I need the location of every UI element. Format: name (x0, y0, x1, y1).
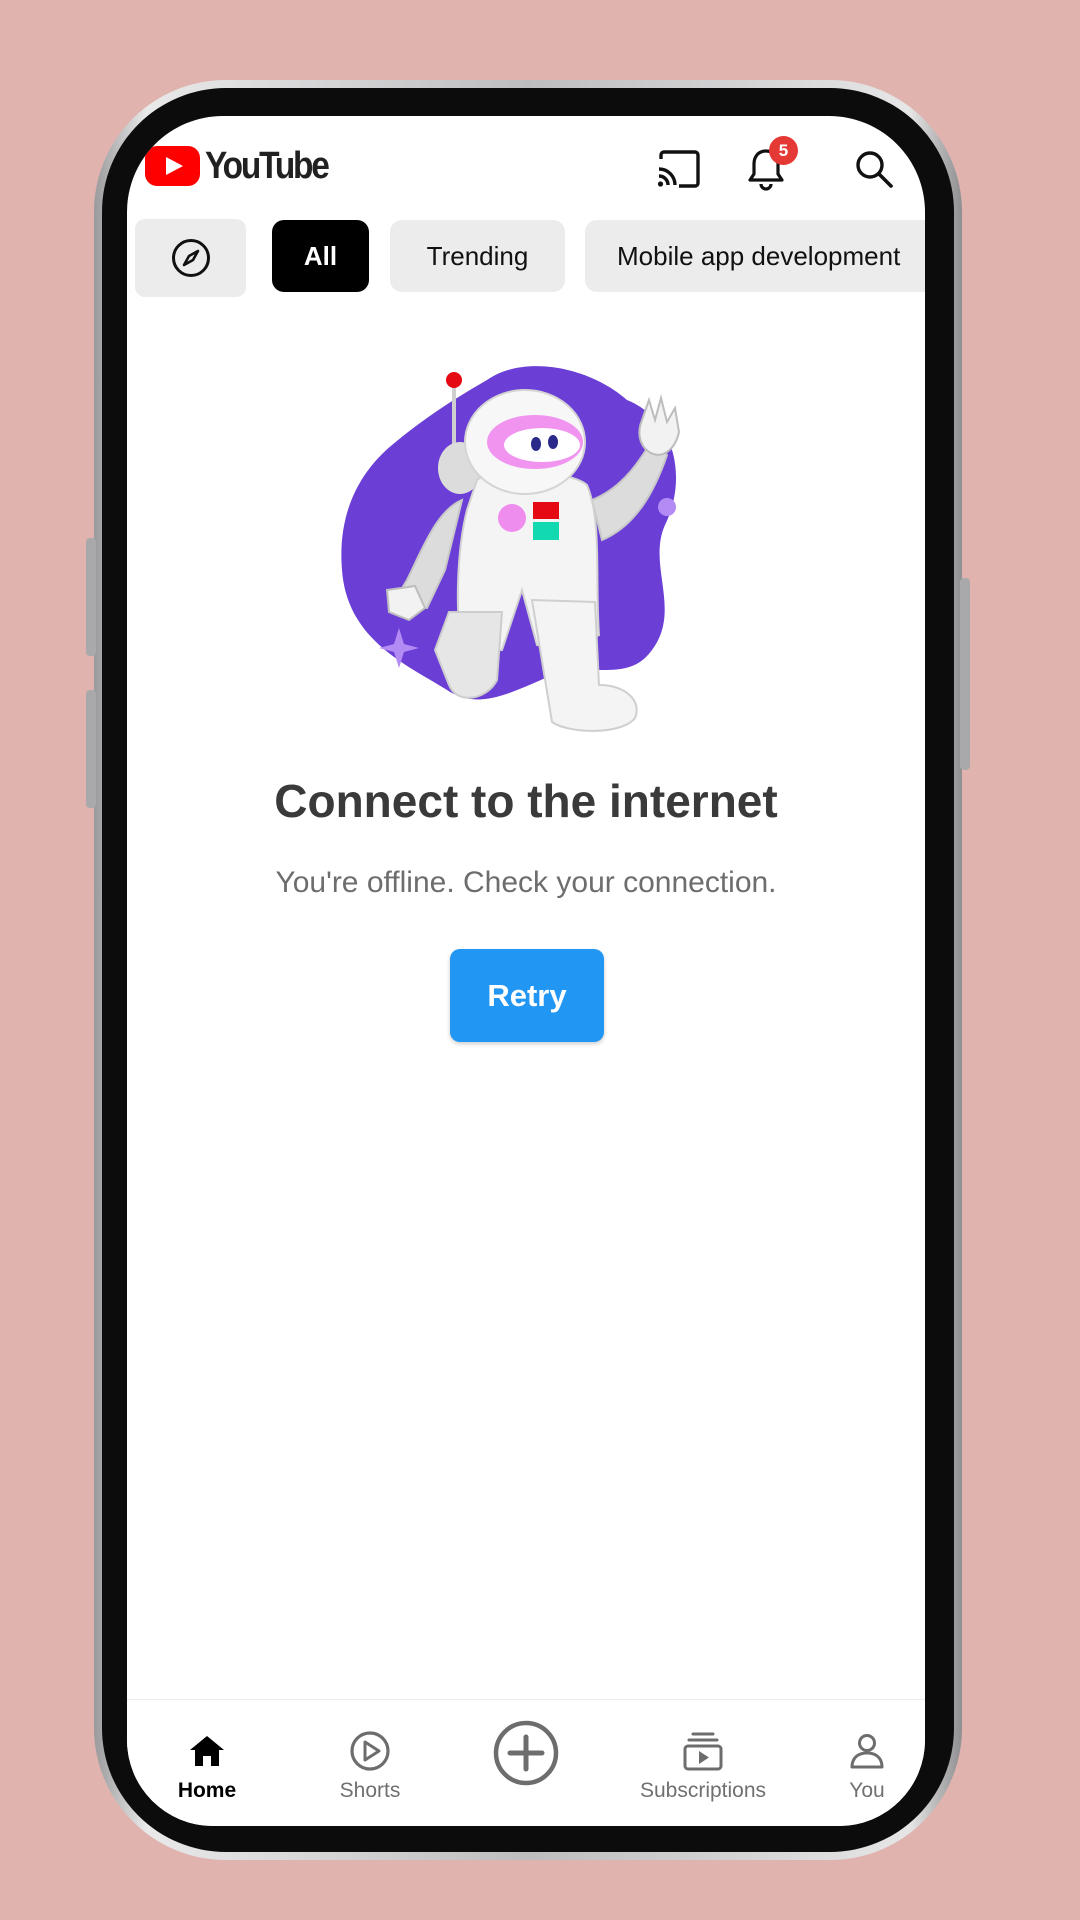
notification-count-badge: 5 (769, 136, 798, 165)
search-button[interactable] (847, 142, 901, 196)
retry-button[interactable]: Retry (450, 949, 604, 1042)
phone-side-button-volume-down (86, 690, 96, 808)
search-icon (856, 151, 893, 188)
compass-icon (171, 239, 210, 277)
profile-icon (850, 1734, 884, 1769)
bottom-navigation-bar: Home Shorts Subscriptions You (127, 1699, 925, 1826)
offline-title: Connect to the internet (274, 775, 778, 827)
nav-item-you[interactable]: You (827, 1700, 907, 1826)
youtube-logo[interactable]: YouTube (145, 144, 344, 188)
category-chips-bar: All Trending Mobile app development (135, 219, 925, 298)
phone-side-button-power (960, 578, 970, 770)
cast-button[interactable] (651, 142, 705, 196)
nav-item-shorts[interactable]: Shorts (320, 1700, 420, 1826)
chip-mobile-app-development-label: Mobile app development (617, 240, 901, 271)
app-screen: YouTube 5 All Trending Mobile app develo… (127, 116, 925, 1826)
explore-chip[interactable] (135, 219, 246, 297)
shorts-play-icon (350, 1731, 390, 1771)
phone-side-button-volume-up (86, 538, 96, 656)
nav-item-home[interactable]: Home (157, 1700, 257, 1826)
nav-item-subscriptions[interactable]: Subscriptions (613, 1700, 793, 1826)
cast-icon (657, 150, 700, 188)
nav-label-home: Home (177, 1779, 237, 1802)
nav-item-create[interactable] (486, 1700, 566, 1826)
astronaut-offline-illustration (341, 366, 681, 732)
nav-label-shorts: Shorts (339, 1779, 401, 1802)
top-app-bar: YouTube 5 (127, 116, 925, 220)
nav-label-subscriptions: Subscriptions (639, 1779, 767, 1802)
chip-mobile-app-development[interactable]: Mobile app development (585, 220, 925, 292)
nav-label-you: You (849, 1779, 885, 1802)
youtube-play-logo-icon (145, 146, 200, 186)
add-circle-icon (493, 1720, 559, 1786)
youtube-logo-text: YouTube (205, 144, 330, 187)
chip-all[interactable]: All (272, 220, 369, 292)
home-icon (190, 1736, 224, 1766)
offline-message: You're offline. Check your connection. (275, 866, 777, 899)
notifications-button[interactable]: 5 (739, 136, 798, 196)
subscriptions-icon (683, 1732, 723, 1771)
chip-trending[interactable]: Trending (390, 220, 565, 292)
